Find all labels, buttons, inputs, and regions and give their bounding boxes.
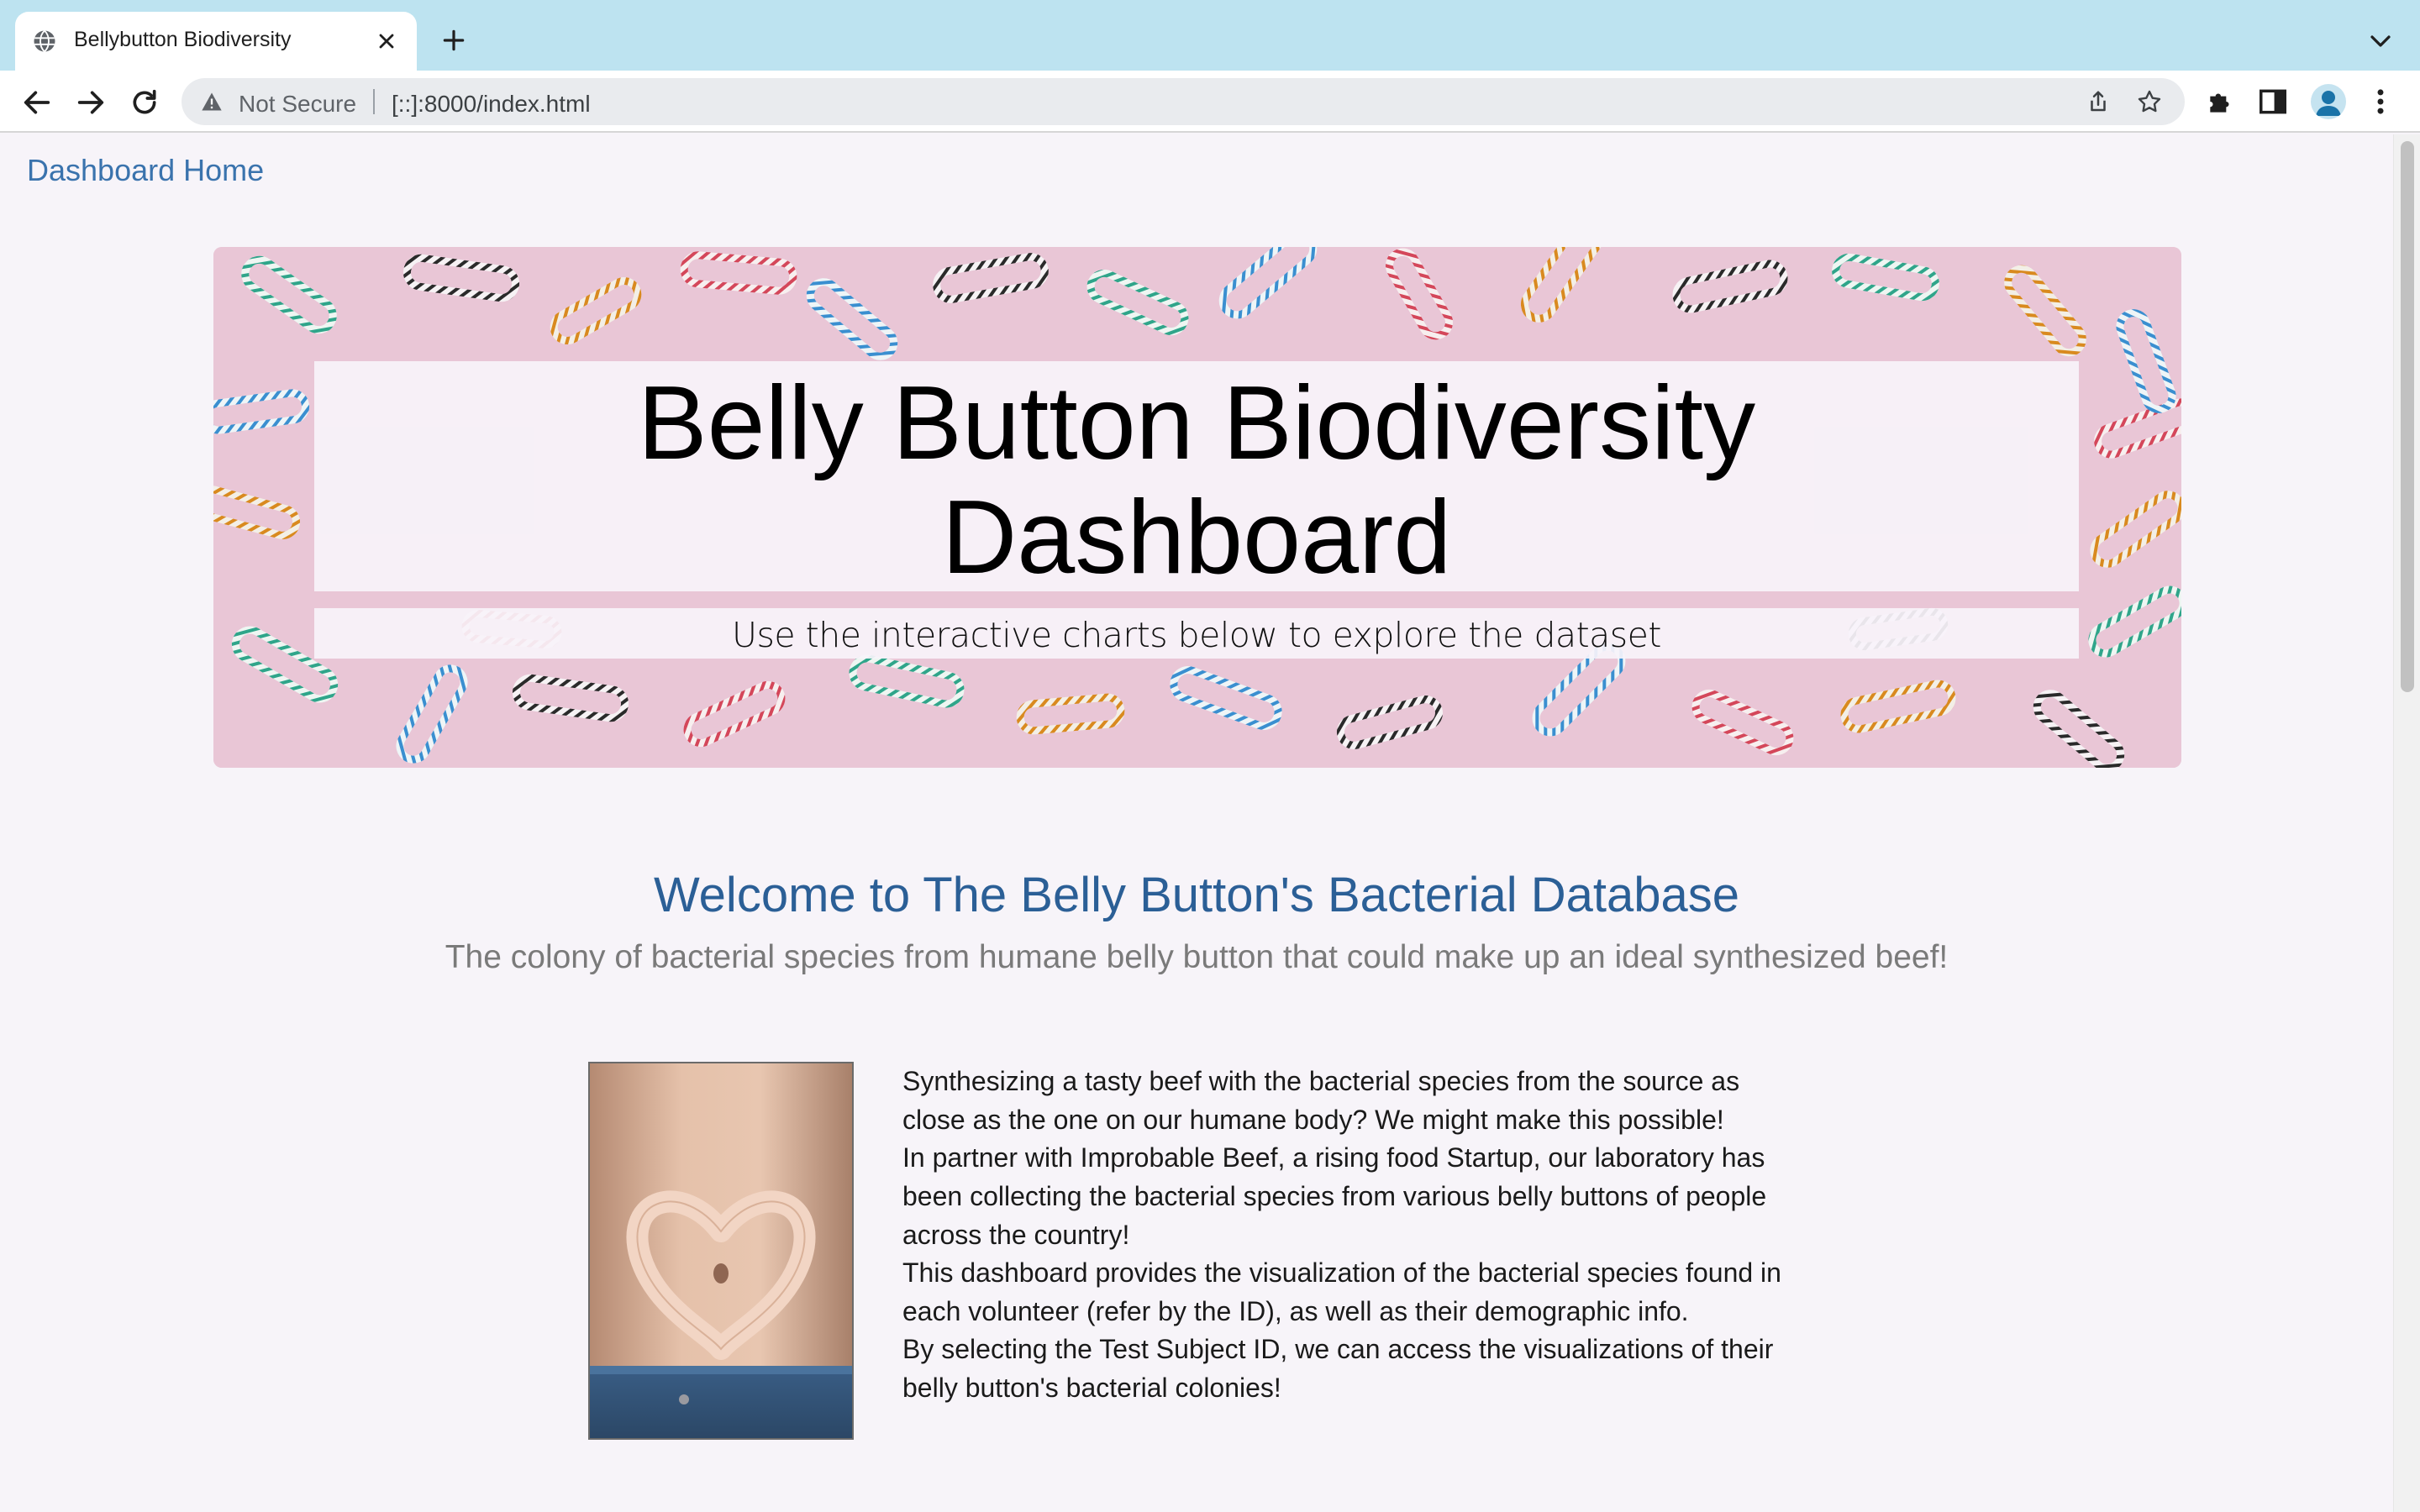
intro-paragraph-1: Synthesizing a tasty beef with the bacte… [902, 1062, 1827, 1139]
browser-toolbar: Not Secure [::]:8000/index.html [0, 71, 2420, 133]
page-title-line-1: Belly Button Biodiversity [637, 365, 1756, 481]
arrow-left-icon[interactable] [20, 86, 54, 119]
belly-photo-illustration [590, 1063, 852, 1438]
text-line: Synthesizing a tasty beef with the bacte… [902, 1066, 1740, 1096]
tab-title: Bellybutton Biodiversity [74, 28, 292, 51]
dashboard-home-link[interactable]: Dashboard Home [27, 153, 264, 188]
globe-icon [34, 29, 55, 53]
security-label[interactable]: Not Secure [239, 91, 356, 118]
page-scrollbar[interactable] [2393, 134, 2420, 1512]
kebab-menu-icon[interactable] [2368, 86, 2393, 118]
star-icon[interactable] [2136, 88, 2163, 115]
page-title: Belly Button Biodiversity Dashboard [314, 366, 2079, 595]
text-line: each volunteer (refer by the ID), as wel… [902, 1296, 1689, 1326]
intro-paragraph-2: In partner with Improbable Beef, a risin… [902, 1138, 1827, 1254]
belly-heart-hands-image [588, 1062, 854, 1440]
page-content: Dashboard Home Belly Button Biodiversity… [0, 134, 2393, 1512]
hero-title-panel: Belly Button Biodiversity Dashboard [314, 361, 2079, 595]
puzzle-icon[interactable] [2205, 86, 2237, 118]
reload-icon[interactable] [128, 86, 161, 119]
text-line: close as the one on our humane body? We … [902, 1105, 1724, 1135]
text-line: In partner with Improbable Beef, a risin… [902, 1142, 1765, 1173]
side-panel-icon[interactable] [2257, 86, 2289, 118]
chevron-down-icon[interactable] [2368, 32, 2393, 50]
url-text[interactable]: [::]:8000/index.html [392, 91, 591, 118]
text-line: This dashboard provides the visualizatio… [902, 1257, 1781, 1288]
hero-subtitle-panel: Use the interactive charts below to expl… [314, 608, 2079, 659]
welcome-tagline: The colony of bacterial species from hum… [445, 939, 1949, 975]
person-icon [2316, 91, 2341, 116]
tab-strip: Bellybutton Biodiversity [0, 0, 2420, 71]
close-icon[interactable] [375, 29, 398, 53]
share-icon[interactable] [2086, 89, 2111, 114]
intro-paragraph-3: This dashboard provides the visualizatio… [902, 1253, 1827, 1331]
welcome-heading: Welcome to The Belly Button's Bacterial … [653, 868, 1740, 922]
browser-tab[interactable]: Bellybutton Biodiversity [15, 12, 417, 71]
text-line: belly button's bacterial colonies! [902, 1373, 1281, 1403]
page-title-line-2: Dashboard [941, 480, 1452, 596]
plus-icon[interactable] [440, 27, 467, 54]
divider [373, 89, 375, 114]
arrow-right-icon[interactable] [74, 86, 108, 119]
scrollbar-thumb[interactable] [2401, 141, 2414, 692]
hero-banner: Belly Button Biodiversity Dashboard Use … [213, 247, 2181, 768]
warning-icon[interactable] [200, 90, 224, 113]
text-line: been collecting the bacterial species fr… [902, 1181, 1767, 1211]
hero-subtitle: Use the interactive charts below to expl… [732, 615, 1661, 655]
text-line: By selecting the Test Subject ID, we can… [902, 1334, 1774, 1364]
intro-paragraph-4: By selecting the Test Subject ID, we can… [902, 1330, 1827, 1407]
avatar[interactable] [2311, 84, 2346, 119]
text-line: across the country! [902, 1220, 1130, 1250]
address-bar[interactable]: Not Secure [::]:8000/index.html [182, 78, 2185, 125]
